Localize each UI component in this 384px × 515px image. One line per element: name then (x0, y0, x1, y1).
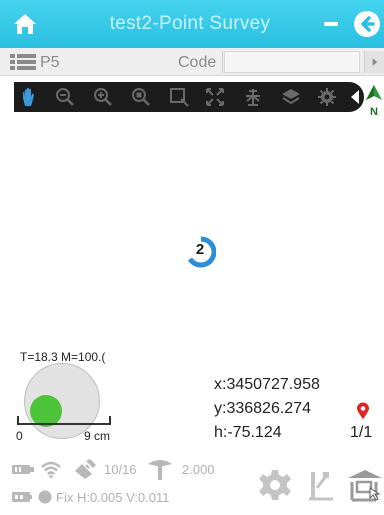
minimize-icon[interactable] (324, 22, 338, 26)
settings-icon[interactable] (316, 86, 338, 108)
select-icon[interactable] (168, 86, 190, 108)
scale-zero-label: 0 (16, 429, 23, 443)
tolerance-text: T=18.3 M=100.( (20, 350, 106, 364)
fullscreen-icon[interactable] (204, 86, 226, 108)
coord-h: h:-75.124 (214, 424, 282, 441)
layers-icon[interactable] (280, 86, 302, 108)
satellite-icon (75, 459, 96, 479)
coord-y: y:336826.274 (214, 400, 311, 417)
measure-icon[interactable] (242, 86, 264, 108)
point-name-field[interactable]: P5 (40, 54, 60, 72)
scale-bar (17, 423, 111, 425)
location-pin-icon[interactable] (356, 402, 370, 420)
status-bar: 10/16 2.000 Fix H:0.005 V:0.011 (0, 452, 384, 515)
antenna-height-icon (148, 460, 172, 480)
code-label: Code (178, 54, 217, 71)
scale-tick (109, 416, 111, 425)
page-title: test2-Point Survey (109, 13, 271, 34)
title-bar: test2-Point Survey (0, 0, 384, 48)
point-code-bar: P5 Code (0, 48, 384, 76)
zoom-extent-icon[interactable] (130, 86, 152, 108)
home-icon[interactable] (12, 12, 38, 36)
zoom-out-icon[interactable] (54, 86, 76, 108)
divider (222, 51, 223, 73)
map-toolbar (14, 82, 364, 112)
fix-status-icon (38, 490, 52, 504)
wifi-icon (41, 461, 61, 478)
scale-max-label: 9 cm (84, 429, 111, 443)
back-icon[interactable] (354, 11, 380, 37)
device-icon (12, 465, 34, 474)
point-list-icon[interactable] (10, 53, 36, 71)
zoom-in-icon[interactable] (92, 86, 114, 108)
satellite-count: 10/16 (104, 462, 137, 477)
collapse-arrow-icon[interactable] (348, 88, 362, 106)
fix-status-text: Fix H:0.005 V:0.011 (56, 490, 170, 505)
battery-icon (12, 492, 32, 502)
page-count: 1/1 (350, 424, 373, 441)
settings-gear-icon[interactable] (258, 468, 292, 502)
code-input[interactable] (224, 51, 360, 73)
antenna-height-value: 2.000 (182, 462, 215, 477)
pan-hand-icon[interactable] (18, 86, 40, 108)
stakeout-icon[interactable] (346, 468, 384, 502)
coord-x: x:3450727.958 (214, 376, 320, 393)
marker-count: 2 (195, 241, 205, 258)
code-list-arrow-icon[interactable] (364, 51, 384, 73)
survey-pole-icon[interactable] (304, 468, 338, 502)
